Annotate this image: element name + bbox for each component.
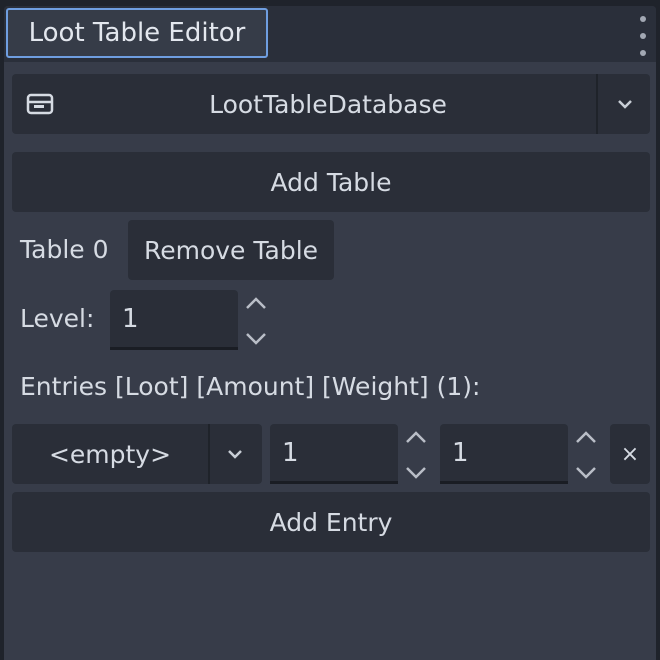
level-label: Level: — [20, 304, 95, 333]
remove-entry-button[interactable]: × — [610, 424, 650, 484]
resource-icon — [26, 93, 54, 115]
remove-table-button[interactable]: Remove Table — [128, 220, 334, 280]
loot-divider — [208, 424, 210, 484]
add-entry-button[interactable]: Add Entry — [12, 492, 650, 552]
loot-option-button[interactable]: <empty> — [12, 424, 262, 484]
resource-picker[interactable]: LootTableDatabase — [12, 74, 650, 134]
weight-spinbox-input[interactable]: 1 — [440, 424, 568, 484]
loot-value: <empty> — [48, 439, 172, 469]
amount-stepper-arrows[interactable] — [402, 426, 430, 484]
chevron-down-icon[interactable] — [226, 445, 244, 463]
chevron-down-icon[interactable] — [616, 95, 634, 113]
table-name-label: Table 0 — [20, 235, 109, 264]
loot-table-editor-dock: Loot Table Editor LootTableDatabase Add … — [4, 6, 656, 660]
weight-stepper-arrows[interactable] — [572, 426, 600, 484]
entries-header: Entries [Loot] [Amount] [Weight] (1): — [20, 372, 481, 401]
tab-loot-table-editor[interactable]: Loot Table Editor — [6, 8, 268, 58]
resource-value: LootTableDatabase — [209, 89, 447, 119]
amount-spinbox-input[interactable]: 1 — [270, 424, 398, 484]
level-spinbox-input[interactable]: 1 — [110, 290, 238, 350]
vertical-dots-icon[interactable] — [636, 16, 650, 56]
level-stepper-arrows[interactable] — [242, 292, 270, 350]
add-table-button[interactable]: Add Table — [12, 152, 650, 212]
resource-divider — [596, 74, 598, 134]
dock-tab-bar: Loot Table Editor — [4, 6, 656, 62]
